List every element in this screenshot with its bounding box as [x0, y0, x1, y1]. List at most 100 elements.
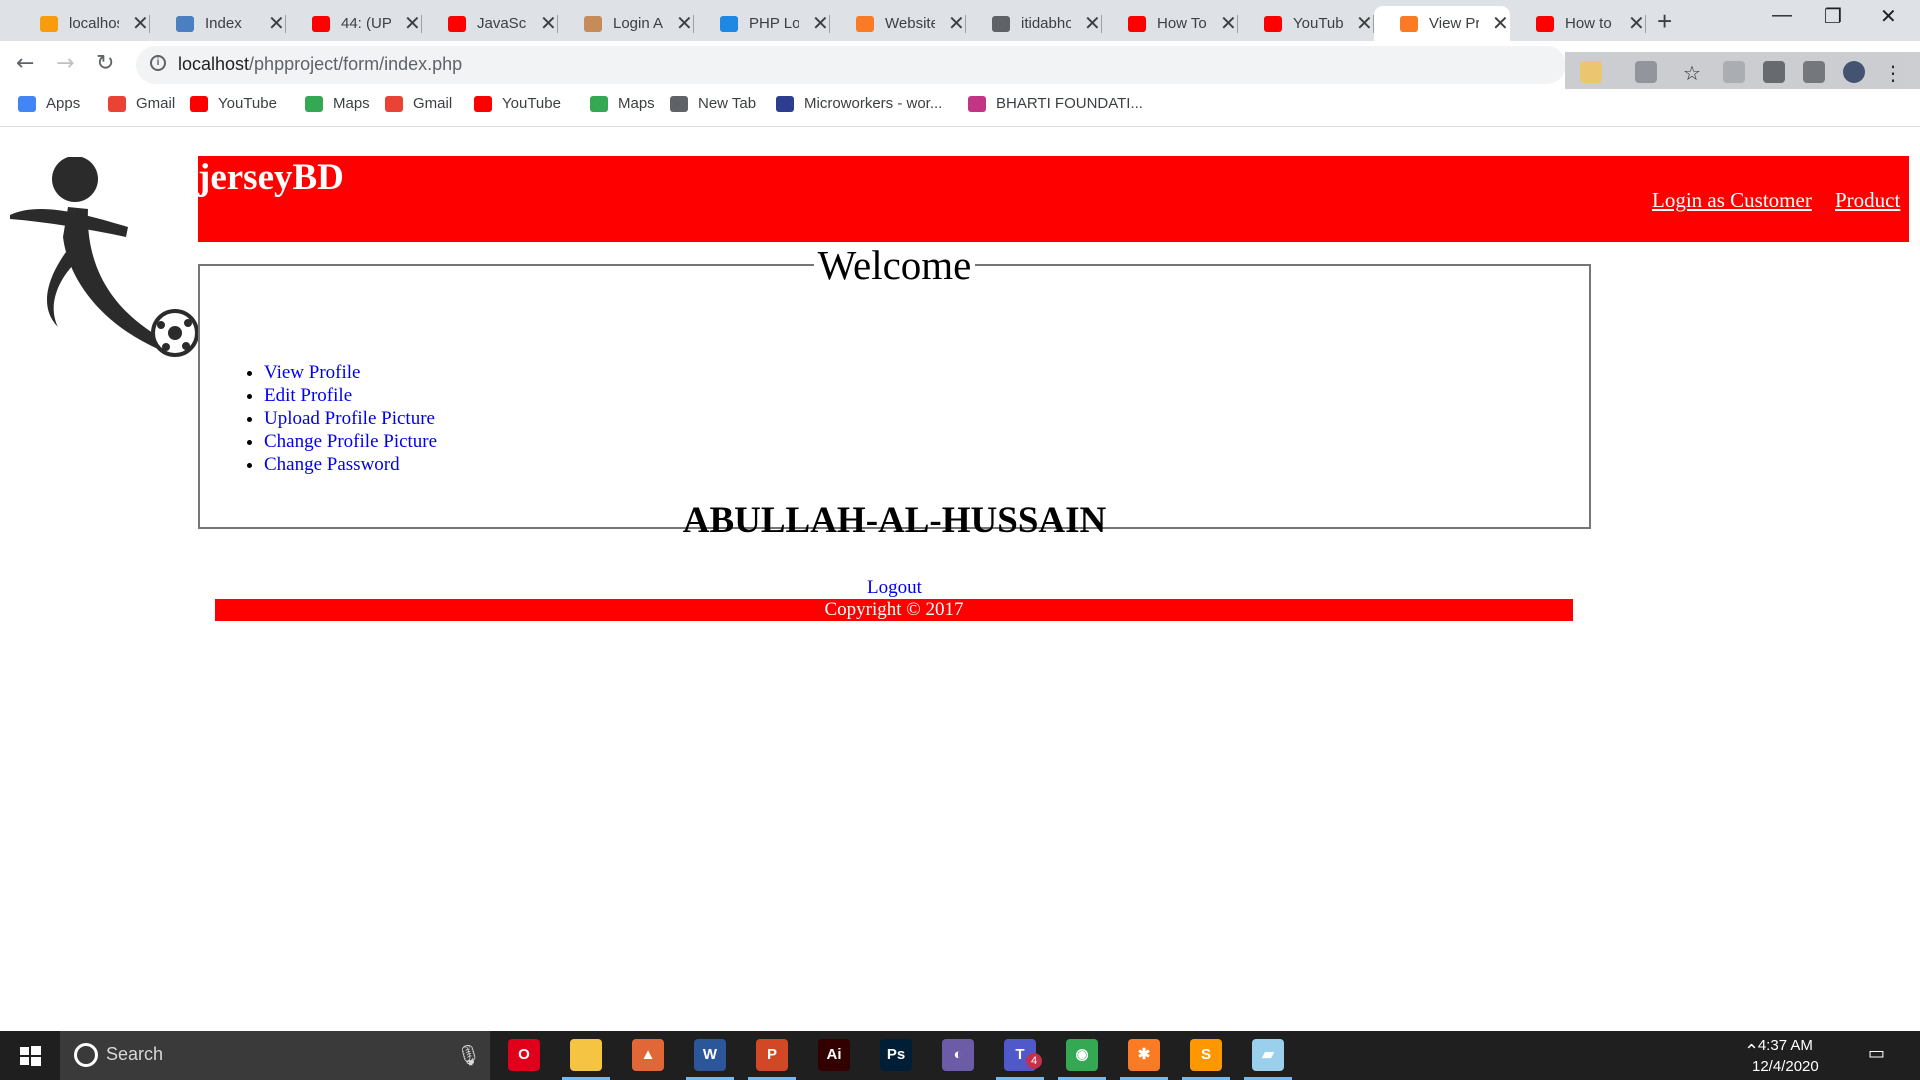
bookmark-item[interactable]: Microworkers - wor... [776, 95, 942, 112]
system-clock[interactable]: 4:37 AM 12/4/2020 [1752, 1035, 1819, 1077]
tab-separator [829, 15, 830, 33]
browser-tab[interactable]: How To ✕ [1102, 6, 1238, 41]
bookmark-item[interactable]: Maps [305, 95, 370, 112]
powerpoint-icon[interactable]: P [756, 1039, 788, 1071]
browser-tab[interactable]: 44: (UPD ✕ [286, 6, 422, 41]
browser-tab[interactable]: localhost ✕ [14, 6, 150, 41]
teams-badge: 4 [1026, 1053, 1042, 1069]
tab-separator [1645, 15, 1646, 33]
bookmark-item[interactable]: New Tab [670, 95, 756, 112]
browser-tab[interactable]: itidabho ✕ [966, 6, 1102, 41]
eclipse-icon[interactable]: ◐ [942, 1039, 974, 1071]
close-icon[interactable]: ✕ [1084, 11, 1101, 36]
logout-link[interactable]: Logout [867, 577, 922, 598]
bookmark-label: Microworkers - wor... [804, 95, 943, 112]
minimize-button[interactable]: — [1772, 4, 1792, 27]
view-profile-link[interactable]: View Profile [264, 362, 360, 383]
close-window-button[interactable]: ✕ [1880, 4, 1897, 29]
sublime-icon[interactable]: S [1190, 1039, 1222, 1071]
browser-toolbar: ← → ↻ i localhost/phpproject/form/index.… [0, 41, 1920, 90]
close-icon[interactable]: ✕ [1220, 11, 1237, 36]
browser-tab[interactable]: Index ✕ [150, 6, 286, 41]
menu-kebab-icon[interactable]: ⋮ [1883, 61, 1905, 85]
back-arrow-icon[interactable]: ← [16, 51, 34, 76]
welcome-panel: Welcome View Profile Edit Profile Upload… [198, 241, 1591, 598]
upload-profile-picture-link[interactable]: Upload Profile Picture [264, 408, 435, 429]
bookmark-item[interactable]: BHARTI FOUNDATI... [968, 95, 1143, 112]
close-icon[interactable]: ✕ [132, 11, 149, 36]
windows-start-icon[interactable] [0, 1031, 60, 1080]
change-password-link[interactable]: Change Password [264, 454, 400, 475]
close-icon[interactable]: ✕ [1628, 11, 1645, 36]
reload-icon[interactable]: ↻ [96, 51, 114, 76]
translate-extension-icon[interactable] [1580, 61, 1602, 83]
new-tab-button[interactable]: + [1657, 6, 1672, 37]
taskbar-search[interactable]: Search 🎙 [60, 1031, 490, 1080]
close-icon[interactable]: ✕ [268, 11, 285, 36]
list-item: View Profile [264, 361, 437, 384]
tab-label: itidabho [1021, 15, 1071, 32]
youtube-icon [190, 95, 208, 112]
tab-separator [1237, 15, 1238, 33]
change-profile-picture-link[interactable]: Change Profile Picture [264, 431, 437, 452]
tab-label: YouTube [1293, 15, 1343, 32]
browser-tab[interactable]: JavaScrip ✕ [422, 6, 558, 41]
windows-taskbar: Search 🎙 ⌃ 4:37 AM 12/4/2020 ▭ O ▲ W P Ai Ps ◐… [0, 1031, 1920, 1080]
photoshop-icon[interactable]: Ps [880, 1039, 912, 1071]
tab-separator [693, 15, 694, 33]
chrome-icon[interactable]: ◉ [1066, 1039, 1098, 1071]
forward-arrow-icon[interactable]: → [56, 51, 74, 76]
maximize-button[interactable]: ❐ [1824, 4, 1842, 29]
close-icon[interactable]: ✕ [1356, 11, 1373, 36]
bookmark-item[interactable]: YouTube [474, 95, 561, 112]
matlab-icon[interactable]: ▲ [632, 1039, 664, 1071]
bookmark-item[interactable]: Maps [590, 95, 655, 112]
site-brand[interactable]: jerseyBD [198, 156, 344, 199]
browser-tab[interactable]: View Pro ✕ [1374, 6, 1510, 41]
edit-profile-link[interactable]: Edit Profile [264, 385, 352, 406]
youtube-icon [474, 95, 492, 112]
close-icon[interactable]: ✕ [540, 11, 557, 36]
tab-separator [1373, 15, 1374, 33]
avatar[interactable] [1843, 61, 1865, 83]
web-page: jerseyBD Login as Customer Product Welco… [0, 127, 1920, 1031]
word-icon[interactable]: W [694, 1039, 726, 1071]
search-placeholder: Search [106, 1044, 164, 1064]
product-link[interactable]: Product [1835, 188, 1900, 213]
bookmark-label: YouTube [218, 95, 277, 112]
close-icon[interactable]: ✕ [812, 11, 829, 36]
tab-separator [557, 15, 558, 33]
bookmark-item[interactable]: Apps [18, 95, 80, 112]
close-icon[interactable]: ✕ [404, 11, 421, 36]
browser-tab[interactable]: YouTube ✕ [1238, 6, 1374, 41]
bookmark-item[interactable]: Gmail [385, 95, 452, 112]
site-info-icon[interactable]: i [150, 55, 166, 71]
notifications-icon[interactable]: ▭ [1868, 1043, 1885, 1064]
notepad-icon[interactable]: ▰ [1252, 1039, 1284, 1071]
microphone-icon[interactable]: 🎙 [456, 1043, 481, 1067]
profile-extension-icon[interactable] [1723, 61, 1745, 83]
illustrator-icon[interactable]: Ai [818, 1039, 850, 1071]
opera-icon[interactable]: O [508, 1039, 540, 1071]
key-extension-icon[interactable] [1635, 61, 1657, 83]
youtube-icon [1264, 16, 1282, 32]
file-explorer-icon[interactable] [570, 1039, 602, 1071]
bookmark-item[interactable]: Gmail [108, 95, 175, 112]
reading-list-icon[interactable] [1803, 61, 1825, 83]
browser-tab[interactable]: How to ✕ [1510, 6, 1646, 41]
close-icon[interactable]: ✕ [948, 11, 965, 36]
globe-icon [992, 16, 1010, 32]
browser-tab[interactable]: Login Ar ✕ [558, 6, 694, 41]
close-icon[interactable]: ✕ [1492, 11, 1509, 36]
close-icon[interactable]: ✕ [676, 11, 693, 36]
bookmark-star-icon[interactable]: ☆ [1683, 61, 1705, 85]
puzzle-extensions-icon[interactable] [1763, 61, 1785, 83]
address-bar[interactable]: i localhost/phpproject/form/index.php [136, 46, 1566, 84]
login-as-customer-link[interactable]: Login as Customer [1652, 188, 1812, 213]
bookmark-label: Maps [618, 95, 655, 112]
bookmark-item[interactable]: YouTube [190, 95, 277, 112]
browser-tab[interactable]: PHP Log ✕ [694, 6, 830, 41]
xampp-icon[interactable]: ✱ [1128, 1039, 1160, 1071]
url-text[interactable]: localhost/phpproject/form/index.php [178, 54, 462, 75]
browser-tab[interactable]: Websites ✕ [830, 6, 966, 41]
